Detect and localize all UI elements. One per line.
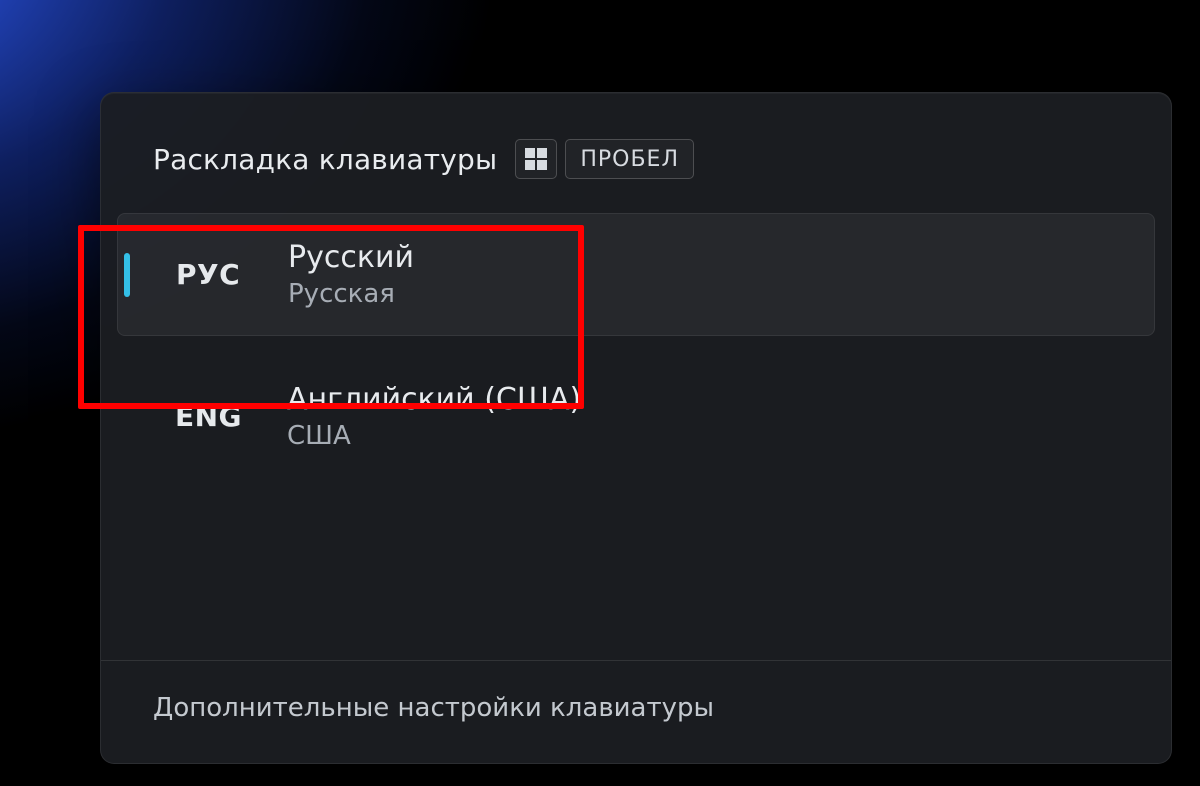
layout-text: Английский (США) США — [287, 382, 581, 451]
more-keyboard-settings-link[interactable]: Дополнительные настройки клавиатуры — [153, 693, 714, 723]
flyout-footer: Дополнительные настройки клавиатуры — [101, 660, 1171, 763]
windows-logo-icon — [524, 147, 548, 171]
layout-item-english-us[interactable]: ENG Английский (США) США — [117, 356, 1155, 477]
layout-title: Русский — [288, 240, 414, 275]
layout-list: РУС Русский Русская ENG Английский (США)… — [101, 213, 1171, 477]
keyboard-layout-flyout: Раскладка клавиатуры ПРОБЕЛ РУС Русский … — [100, 92, 1172, 764]
windows-key-icon — [515, 139, 557, 179]
layout-code: ENG — [155, 400, 251, 433]
layout-code: РУС — [156, 258, 252, 291]
selected-indicator — [124, 253, 130, 297]
layout-title: Английский (США) — [287, 382, 581, 417]
flyout-title: Раскладка клавиатуры — [153, 143, 497, 176]
flyout-header: Раскладка клавиатуры ПРОБЕЛ — [101, 139, 1171, 213]
layout-item-russian[interactable]: РУС Русский Русская — [117, 213, 1155, 336]
layout-text: Русский Русская — [288, 240, 414, 309]
space-key-label: ПРОБЕЛ — [565, 139, 694, 179]
layout-subtitle: США — [287, 421, 581, 451]
layout-subtitle: Русская — [288, 279, 414, 309]
shortcut-hint: ПРОБЕЛ — [515, 139, 694, 179]
